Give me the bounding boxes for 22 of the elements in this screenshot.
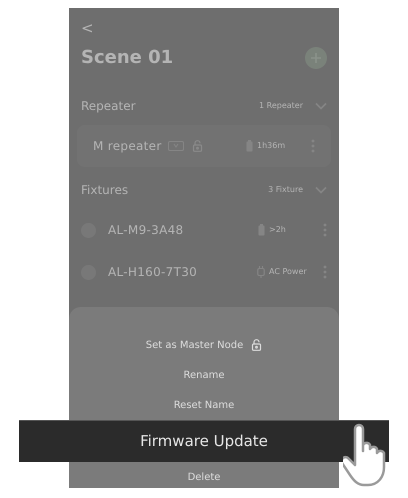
scene-title: Scene 01 (81, 46, 174, 70)
section-title: Repeater (81, 98, 136, 115)
section-count: 3 Fixture (268, 184, 303, 196)
power-status: AC Power (269, 266, 308, 278)
section-count: 1 Repeater (258, 100, 303, 112)
lock-icon (192, 140, 203, 152)
device-name: AL-M9-3A48 (108, 222, 184, 239)
menu-item[interactable]: Reset Name (69, 390, 339, 420)
section-title: Fixtures (81, 182, 128, 199)
fixture-row[interactable]: AL-M9-3A48 >2h (69, 209, 339, 251)
device-name: AL-H160-7T30 (108, 264, 198, 281)
menu-item[interactable]: Set as Master Node (69, 330, 339, 360)
add-button[interactable] (305, 46, 327, 68)
device-name: M repeater (93, 138, 162, 155)
lock-icon (251, 339, 262, 351)
power-status: 1h36m (257, 140, 286, 152)
back-button[interactable]: < (81, 19, 94, 37)
menu-item[interactable]: Rename (69, 360, 339, 390)
power-status: >2h (269, 224, 287, 236)
fixture-row[interactable]: AL-H160-7T30 AC Power (69, 251, 339, 293)
repeater-row[interactable]: M repeater 1h36m (77, 125, 331, 167)
menu-item[interactable]: Delete (69, 462, 339, 492)
